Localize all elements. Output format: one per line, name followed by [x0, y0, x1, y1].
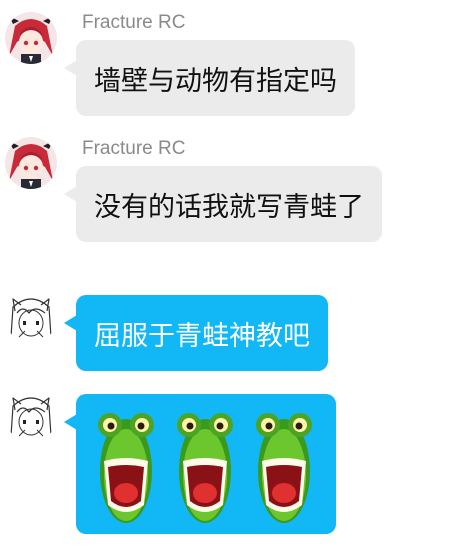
self-avatar[interactable]: [5, 291, 57, 343]
anime-girl-avatar-icon: [5, 137, 57, 189]
emoji-row: [76, 401, 314, 527]
frog-emoji-icon: [256, 413, 312, 523]
frog-emoji-icon: [98, 413, 154, 523]
message-text: 屈服于青蛙神教吧: [94, 320, 310, 352]
sketch-girl-avatar-icon: [5, 291, 57, 343]
sender-avatar[interactable]: [5, 137, 57, 189]
message-bubble[interactable]: 墙壁与动物有指定吗: [76, 40, 355, 116]
message-text: 没有的话我就写青蛙了: [94, 191, 364, 223]
sender-avatar[interactable]: [5, 12, 57, 64]
emoji-bubble[interactable]: [76, 394, 336, 534]
sketch-girl-avatar-icon: [5, 390, 57, 442]
sender-name: Fracture RC: [82, 138, 186, 159]
sender-name: Fracture RC: [82, 12, 186, 33]
message-bubble[interactable]: 屈服于青蛙神教吧: [76, 295, 328, 371]
anime-girl-avatar-icon: [5, 12, 57, 64]
message-bubble[interactable]: 没有的话我就写青蛙了: [76, 166, 382, 242]
frog-emoji-icon: [177, 413, 233, 523]
message-text: 墙壁与动物有指定吗: [94, 65, 337, 97]
self-avatar[interactable]: [5, 390, 57, 442]
